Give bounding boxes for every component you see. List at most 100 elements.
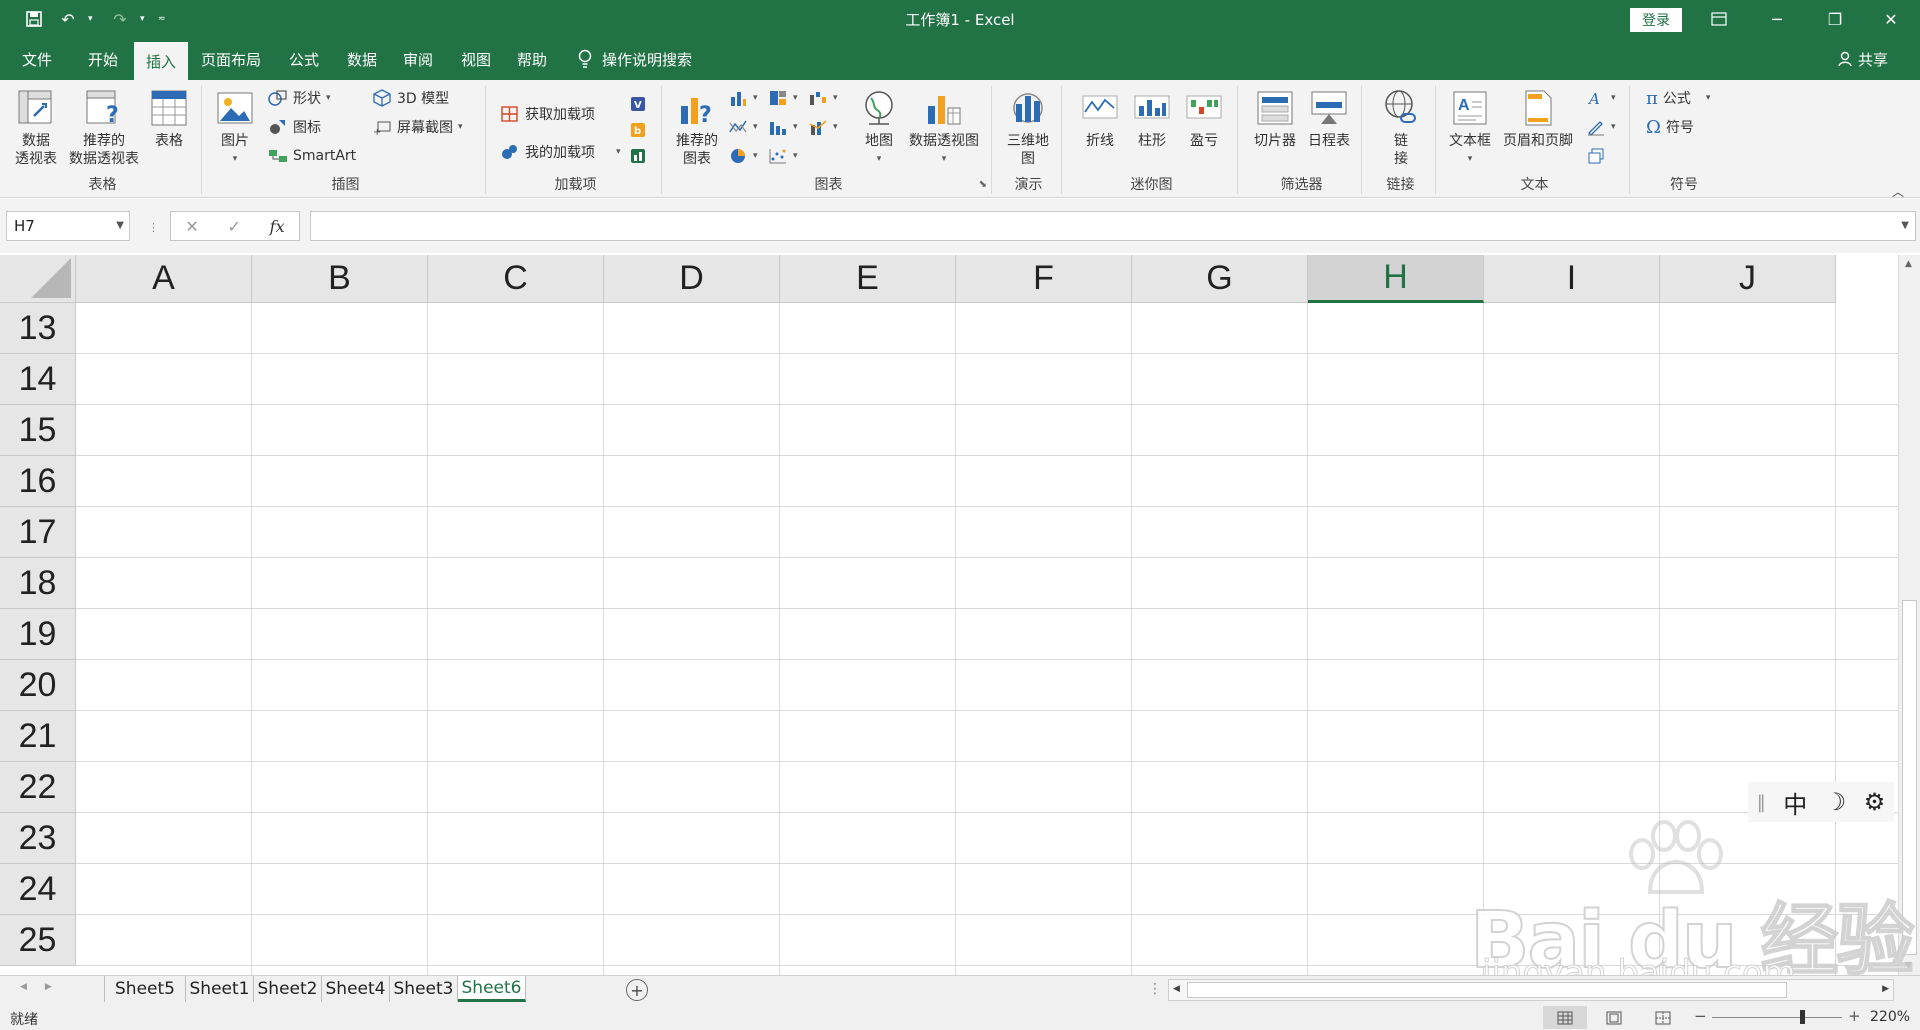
- zoom-level[interactable]: 220%: [1870, 1009, 1910, 1025]
- tab-review[interactable]: 审阅: [390, 38, 446, 80]
- maps-button[interactable]: 地图 ▾: [856, 88, 902, 168]
- zoom-slider-thumb[interactable]: [1800, 1010, 1805, 1024]
- combo-chart-button[interactable]: ▾: [808, 115, 838, 139]
- row-header-16[interactable]: 16: [0, 456, 76, 507]
- formula-bar-splitter-icon[interactable]: ⋮: [148, 221, 159, 234]
- waterfall-chart-button[interactable]: ▾: [808, 86, 838, 110]
- moon-icon[interactable]: ☽: [1825, 788, 1847, 816]
- row-header-23[interactable]: 23: [0, 813, 76, 864]
- scroll-up-icon[interactable]: ▲: [1905, 259, 1912, 269]
- confirm-entry-icon[interactable]: ✓: [228, 217, 241, 236]
- column-header-h[interactable]: H: [1308, 255, 1484, 303]
- slicer-button[interactable]: 切片器: [1250, 88, 1300, 150]
- prev-sheet-icon[interactable]: ◀: [20, 982, 27, 992]
- sheet-tab-sheet4[interactable]: Sheet4: [322, 976, 390, 1002]
- undo-dropdown-icon[interactable]: ▾: [88, 14, 100, 24]
- column-chart-button[interactable]: ▾: [728, 86, 758, 110]
- column-header-c[interactable]: C: [428, 255, 604, 303]
- screenshot-button[interactable]: + 屏幕截图 ▾: [372, 115, 463, 139]
- hierarchy-chart-button[interactable]: ▾: [768, 86, 798, 110]
- close-icon[interactable]: ✕: [1862, 0, 1920, 38]
- vertical-scrollbar[interactable]: ▲ ▼: [1898, 255, 1920, 975]
- name-box-dropdown-icon[interactable]: ▼: [116, 220, 124, 231]
- expand-formula-bar-icon[interactable]: ▼: [1901, 220, 1909, 231]
- redo-icon[interactable]: ↷: [106, 6, 134, 32]
- tab-formulas[interactable]: 公式: [276, 38, 332, 80]
- horizontal-scrollbar[interactable]: ◀ ▶: [1168, 979, 1894, 1001]
- 3d-map-button[interactable]: 三维地 图: [1000, 88, 1056, 168]
- sheet-tab-sheet3[interactable]: Sheet3: [390, 976, 458, 1002]
- scroll-right-icon[interactable]: ▶: [1882, 984, 1889, 994]
- zoom-in-button[interactable]: +: [1848, 1007, 1861, 1025]
- row-header-25[interactable]: 25: [0, 915, 76, 966]
- object-button[interactable]: [1586, 144, 1606, 168]
- page-layout-view-button[interactable]: [1592, 1006, 1636, 1029]
- sparkline-winloss-button[interactable]: 盈亏: [1184, 88, 1224, 150]
- add-sheet-button[interactable]: +: [626, 979, 648, 1001]
- sparkline-line-button[interactable]: 折线: [1080, 88, 1120, 150]
- column-header-f[interactable]: F: [956, 255, 1132, 303]
- row-header-15[interactable]: 15: [0, 405, 76, 456]
- smartart-button[interactable]: SmartArt: [268, 144, 356, 168]
- page-break-view-button[interactable]: [1641, 1006, 1685, 1029]
- horizontal-scroll-thumb[interactable]: [1187, 982, 1787, 998]
- ime-language-toggle[interactable]: 中: [1783, 785, 1807, 820]
- my-addins-button[interactable]: 我的加载项 ▾: [500, 140, 621, 164]
- sheet-tab-sheet2[interactable]: Sheet2: [254, 976, 322, 1002]
- sheet-tab-sheet5[interactable]: Sheet5: [104, 976, 186, 1002]
- column-header-d[interactable]: D: [604, 255, 780, 303]
- get-addins-button[interactable]: 获取加载项: [500, 102, 595, 126]
- visio-addin-button[interactable]: V: [628, 92, 648, 116]
- table-button[interactable]: 表格: [144, 88, 194, 150]
- restore-icon[interactable]: ❐: [1806, 0, 1864, 38]
- cancel-entry-icon[interactable]: ✕: [185, 217, 198, 236]
- login-button[interactable]: 登录: [1630, 8, 1682, 32]
- select-all-corner[interactable]: [0, 255, 76, 303]
- recommended-pivot-button[interactable]: ? 推荐的 数据透视表: [64, 88, 144, 168]
- timeline-button[interactable]: 日程表: [1304, 88, 1354, 150]
- row-header-24[interactable]: 24: [0, 864, 76, 915]
- scatter-chart-button[interactable]: ▾: [768, 144, 798, 168]
- column-header-g[interactable]: G: [1132, 255, 1308, 303]
- pie-chart-button[interactable]: ▾: [728, 144, 758, 168]
- sheet-tab-sheet6[interactable]: Sheet6: [458, 976, 526, 1002]
- share-button[interactable]: 共享: [1838, 38, 1888, 80]
- cell-area[interactable]: [76, 303, 1898, 975]
- column-header-i[interactable]: I: [1484, 255, 1660, 303]
- pivot-chart-button[interactable]: 数据透视图 ▾: [904, 88, 984, 168]
- insert-function-button[interactable]: fx: [270, 217, 285, 236]
- ime-grip-icon[interactable]: ‖: [1757, 792, 1766, 813]
- signature-line-button[interactable]: ▾: [1586, 115, 1616, 139]
- equation-button[interactable]: π 公式 ▾: [1646, 86, 1710, 110]
- column-header-j[interactable]: J: [1660, 255, 1836, 303]
- row-header-17[interactable]: 17: [0, 507, 76, 558]
- scroll-left-icon[interactable]: ◀: [1173, 984, 1180, 994]
- scroll-down-icon[interactable]: ▼: [1905, 961, 1912, 971]
- row-header-21[interactable]: 21: [0, 711, 76, 762]
- wordart-button[interactable]: A ▾: [1586, 86, 1616, 110]
- tab-help[interactable]: 帮助: [504, 38, 560, 80]
- tab-view[interactable]: 视图: [448, 38, 504, 80]
- zoom-slider-track[interactable]: [1712, 1017, 1842, 1018]
- sheet-tab-sheet1[interactable]: Sheet1: [186, 976, 254, 1002]
- line-chart-button[interactable]: ▾: [728, 115, 758, 139]
- picture-button[interactable]: 图片 ▾: [210, 88, 260, 168]
- name-box[interactable]: H7 ▼: [6, 211, 130, 241]
- header-footer-button[interactable]: 页眉和页脚: [1498, 88, 1578, 150]
- customize-qat-icon[interactable]: ≂: [158, 14, 170, 24]
- minimize-icon[interactable]: ─: [1748, 0, 1806, 38]
- tab-file[interactable]: 文件: [8, 38, 66, 80]
- row-header-18[interactable]: 18: [0, 558, 76, 609]
- icons-button[interactable]: 图标: [268, 115, 321, 139]
- row-header-14[interactable]: 14: [0, 354, 76, 405]
- recommended-charts-button[interactable]: ? 推荐的 图表: [672, 88, 722, 168]
- shapes-button[interactable]: 形状 ▾: [268, 86, 331, 110]
- collapse-ribbon-icon[interactable]: ︿: [1892, 183, 1904, 200]
- bing-maps-button[interactable]: b: [628, 118, 648, 142]
- row-header-13[interactable]: 13: [0, 303, 76, 354]
- tab-home[interactable]: 开始: [74, 38, 132, 80]
- normal-view-button[interactable]: [1543, 1006, 1587, 1029]
- sparkline-column-button[interactable]: 柱形: [1132, 88, 1172, 150]
- gear-icon[interactable]: ⚙: [1864, 788, 1886, 816]
- save-icon[interactable]: [20, 6, 48, 32]
